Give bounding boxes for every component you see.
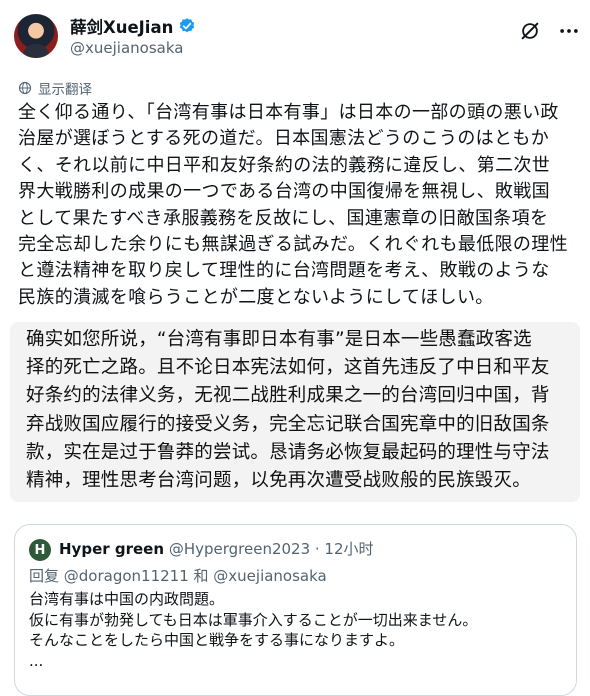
grok-icon[interactable] (519, 20, 541, 42)
display-name[interactable]: 薛剑XueJian (70, 14, 173, 38)
display-name-row: 薛剑XueJian (70, 15, 196, 37)
quoted-reply-to: 回复 @doragon11211 和 @xuejianosaka (29, 567, 327, 585)
post-text-chinese: 确实如您所说，“台湾有事即日本有事”是日本一些愚蠢政客选 择的死亡之路。且不论日… (26, 329, 550, 492)
more-icon[interactable] (558, 20, 580, 42)
show-translation-label: 显示翻译 (38, 82, 92, 98)
quoted-author-meta: @Hypergreen2023 · 12小时 (168, 540, 374, 558)
show-translation-button[interactable]: 显示翻译 (18, 78, 92, 98)
quoted-author-name[interactable]: Hyper green (59, 540, 164, 558)
quoted-post-header: Hyper green @Hypergreen2023 · 12小时 (59, 538, 374, 559)
verified-icon (180, 18, 195, 33)
post-text-japanese: 全く仰る通り、「台湾有事は日本有事」は日本の一部の頭の悪い政 治屋が選ぼうとする… (18, 102, 568, 308)
avatar[interactable] (14, 14, 58, 58)
quoted-post-card[interactable]: H Hyper green @Hypergreen2023 · 12小时 回复 … (14, 524, 577, 696)
quoted-post-text: 台湾有事は中国の内政問題。 仮に有事が勃発しても日本は軍事介入することが一切出来… (29, 590, 478, 670)
author-handle[interactable]: @xuejianosaka (70, 39, 183, 57)
quoted-avatar[interactable]: H (29, 539, 51, 561)
post-header: 薛剑XueJian @xuejianosaka (14, 14, 578, 64)
globe-icon (18, 81, 32, 95)
translation-block: 确实如您所说，“台湾有事即日本有事”是日本一些愚蠢政客选 择的死亡之路。且不论日… (10, 322, 580, 502)
